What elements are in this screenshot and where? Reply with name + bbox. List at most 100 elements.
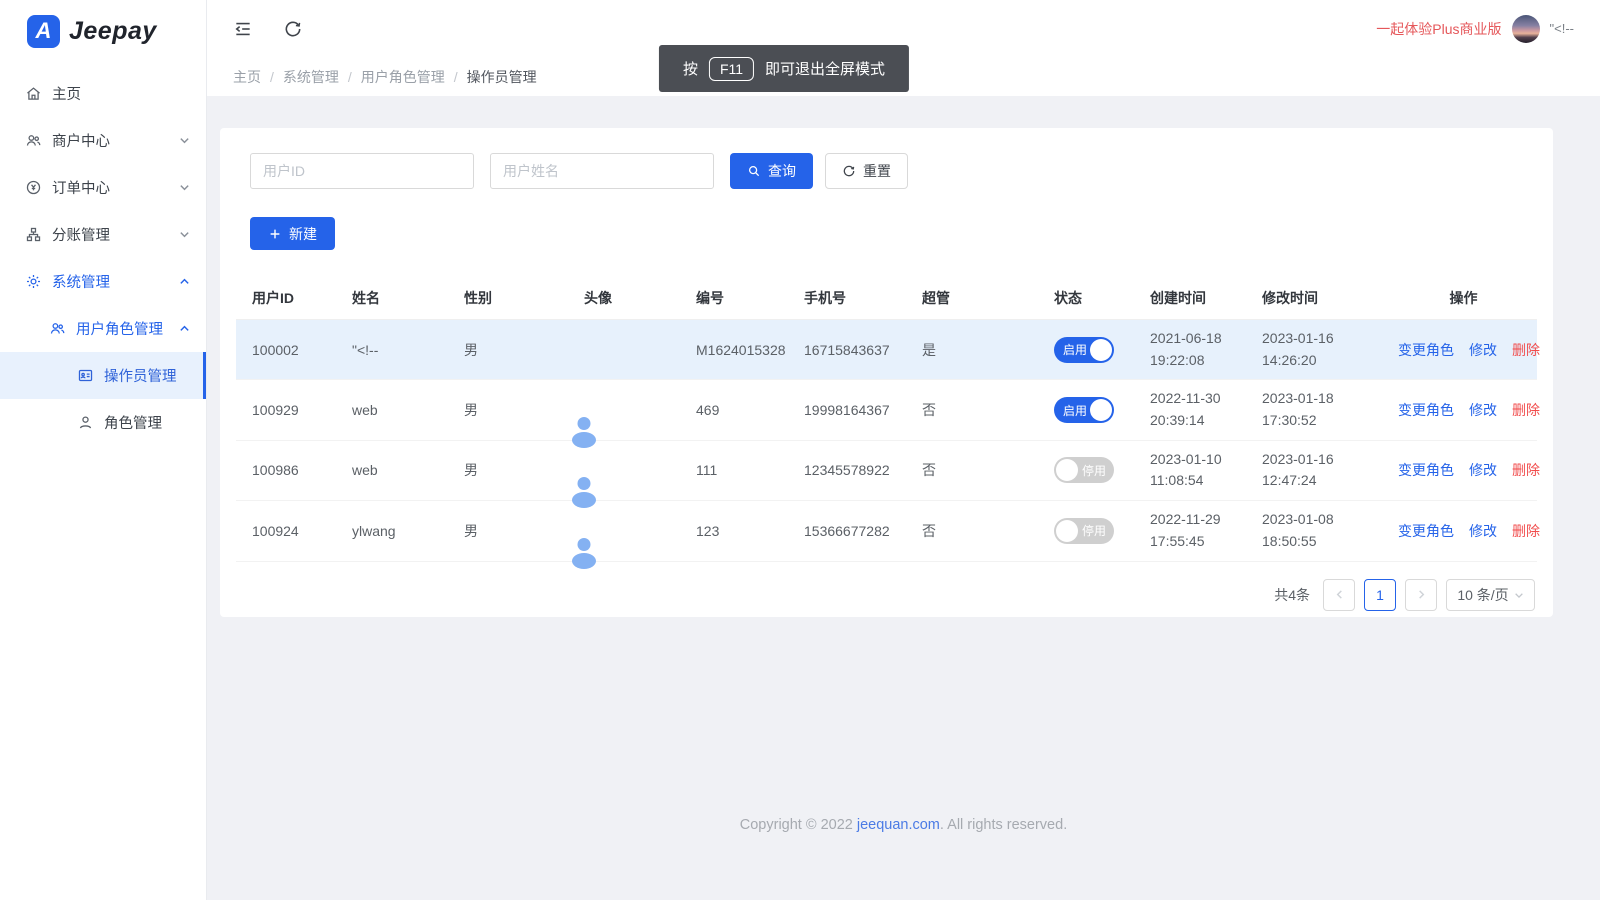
apartment-icon [25,226,42,243]
cell-name: web [344,380,456,440]
new-button[interactable]: 新建 [250,217,335,250]
status-toggle[interactable]: 停用 [1054,457,1114,483]
cell-user-id: 100002 [236,320,344,380]
delete-link[interactable]: 删除 [1512,400,1540,420]
jeequan-link[interactable]: jeequan.com [857,817,940,833]
avatar[interactable] [1512,15,1540,43]
delete-link[interactable]: 删除 [1512,521,1540,541]
col-modified: 修改时间 [1254,277,1390,320]
cell-super: 否 [914,380,1046,440]
sidebar-item-system-management[interactable]: 系统管理 [0,258,206,305]
chevron-up-icon [179,323,190,334]
sidebar-item-label: 操作员管理 [104,365,177,386]
reload-icon[interactable] [283,19,303,39]
plus-promo-link[interactable]: 一起体验Plus商业版 [1376,19,1501,39]
edit-link[interactable]: 修改 [1469,400,1497,420]
breadcrumb-separator: / [348,69,352,85]
delete-link[interactable]: 删除 [1512,340,1540,360]
status-label: 停用 [1082,522,1106,539]
chevron-right-icon [1416,589,1427,600]
sidebar-item-split-account[interactable]: 分账管理 [0,211,206,258]
gear-icon [25,273,42,290]
breadcrumb-system[interactable]: 系统管理 [283,67,339,87]
user-id-input[interactable] [250,153,474,189]
sidebar-item-merchant-center[interactable]: 商户中心 [0,117,206,164]
change-role-link[interactable]: 变更角色 [1398,340,1454,360]
sidebar: A Jeepay 主页 商户中心 订单中心 分账管理 系统管理 [0,0,207,900]
cell-created: 2021-06-18 19:22:08 [1142,320,1254,380]
search-button[interactable]: 查询 [730,153,813,189]
menu-fold-icon[interactable] [233,19,253,39]
sidebar-item-label: 商户中心 [52,130,110,151]
sidebar-item-operator-management[interactable]: 操作员管理 [0,352,206,399]
breadcrumb-user-role[interactable]: 用户角色管理 [361,67,445,87]
sidebar-item-home[interactable]: 主页 [0,70,206,117]
cell-modified: 2023-01-18 17:30:52 [1254,380,1390,440]
edit-link[interactable]: 修改 [1469,460,1497,480]
sidebar-item-label: 分账管理 [52,224,110,245]
change-role-link[interactable]: 变更角色 [1398,521,1454,541]
next-page-button[interactable] [1405,579,1437,611]
reset-button[interactable]: 重置 [825,153,908,189]
filter-bar: 查询 重置 [236,153,1537,189]
col-name: 姓名 [344,277,456,320]
cell-created: 2022-11-30 20:39:14 [1142,380,1254,440]
status-toggle[interactable]: 启用 [1054,397,1114,423]
username[interactable]: "<!-- [1550,21,1574,36]
delete-link[interactable]: 删除 [1512,460,1540,480]
cell-name: "<!-- [344,320,456,380]
col-phone: 手机号 [796,277,914,320]
prev-page-button[interactable] [1323,579,1355,611]
chevron-up-icon [179,276,190,287]
idcard-icon [77,367,94,384]
toolbar: 新建 [236,217,1537,250]
col-created: 创建时间 [1142,277,1254,320]
change-role-link[interactable]: 变更角色 [1398,460,1454,480]
table-header-row: 用户ID 姓名 性别 头像 编号 手机号 超管 状态 创建时间 修改时间 操作 [236,277,1537,320]
cell-super: 是 [914,320,1046,380]
cell-created: 2023-01-10 11:08:54 [1142,440,1254,500]
sidebar-item-role-management[interactable]: 角色管理 [0,399,206,446]
table-row: 100986 web 男 111 12345578922 否 停用 2023-0… [236,440,1537,500]
sidebar-item-label: 角色管理 [104,412,162,433]
search-icon [747,164,761,178]
copyright-prefix: Copyright © 2022 [740,817,857,833]
jeepay-logo-icon: A [27,15,60,48]
edit-link[interactable]: 修改 [1469,521,1497,541]
toggle-knob [1056,459,1078,481]
col-user-id: 用户ID [236,277,344,320]
status-label: 停用 [1082,462,1106,479]
breadcrumb-home[interactable]: 主页 [233,67,261,87]
cell-no: 123 [688,501,796,561]
edit-link[interactable]: 修改 [1469,340,1497,360]
cell-gender: 男 [456,501,576,561]
logo[interactable]: A Jeepay [0,0,206,62]
toggle-knob [1090,399,1112,421]
user-icon [77,414,94,431]
cell-user-id: 100924 [236,501,344,561]
copyright-suffix: . All rights reserved. [940,817,1067,833]
operator-management-card: 查询 重置 新建 用户ID 姓名 性别 头像 编号 手机号 超管 [220,128,1553,617]
change-role-link[interactable]: 变更角色 [1398,400,1454,420]
col-status: 状态 [1046,277,1142,320]
cell-phone: 15366677282 [796,501,914,561]
page-size-label: 10 条/页 [1457,585,1508,605]
team-icon [25,132,42,149]
sidebar-item-order-center[interactable]: 订单中心 [0,164,206,211]
cell-gender: 男 [456,380,576,440]
sidebar-item-label: 用户角色管理 [76,318,163,339]
page-1-button[interactable]: 1 [1364,579,1396,611]
fullscreen-exit-tip: 按 F11 即可退出全屏模式 [659,45,909,92]
breadcrumb-current: 操作员管理 [467,67,537,87]
user-name-input[interactable] [490,153,714,189]
cell-name: ylwang [344,501,456,561]
sidebar-item-label: 主页 [52,83,81,104]
cell-phone: 16715843637 [796,320,914,380]
status-toggle[interactable]: 启用 [1054,337,1114,363]
status-toggle[interactable]: 停用 [1054,518,1114,544]
sidebar-item-user-role-management[interactable]: 用户角色管理 [0,305,206,352]
cell-user-id: 100986 [236,440,344,500]
cell-super: 否 [914,501,1046,561]
toggle-knob [1056,520,1078,542]
page-size-select[interactable]: 10 条/页 [1446,579,1535,611]
